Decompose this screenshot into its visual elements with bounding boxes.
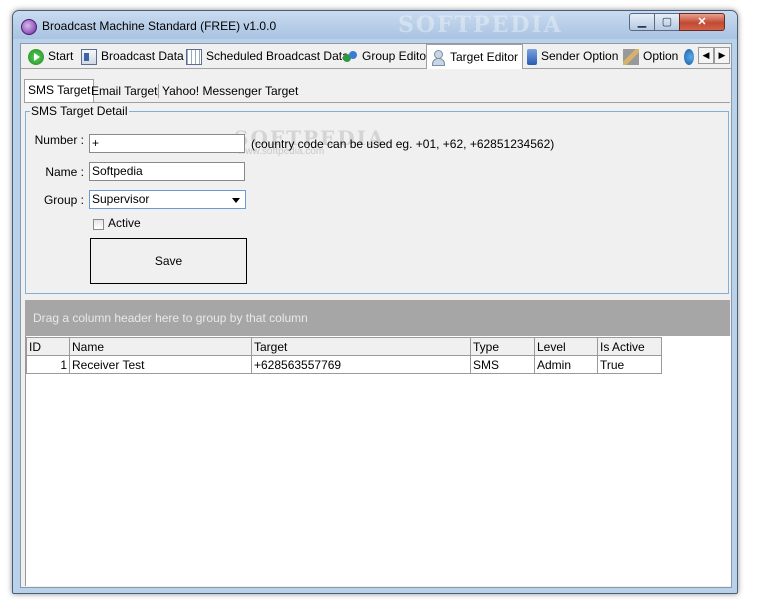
group-icon [342,49,358,65]
globe-icon [684,48,694,65]
sub-tab-strip: SMS Target Email Target Yahoo! Messenger… [24,79,730,103]
tab-label: Option [643,49,679,63]
target-editor-page: SMS Target Email Target Yahoo! Messenger… [24,69,731,586]
column-header-is-active[interactable]: Is Active [597,337,662,356]
app-logo-icon [21,19,37,35]
column-header-level[interactable]: Level [534,337,598,356]
title-bar[interactable]: Broadcast Machine Standard (FREE) v1.0.0… [13,11,737,39]
name-input[interactable]: Softpedia [89,162,245,181]
targets-grid: ID Name Target Type Level Is Active 1 Re… [25,336,731,586]
save-button[interactable]: Save [90,238,247,284]
name-label: Name : [45,165,84,179]
tab-label: Sender Option [541,49,619,63]
tab-broadcast-data[interactable]: Broadcast Data [78,46,188,67]
tab-label: Broadcast Data [101,49,184,63]
client-area: Start Broadcast Data Scheduled Broadcast… [20,43,732,588]
tools-icon [623,48,639,65]
tab-label: Target Editor [450,50,519,64]
number-label: Number : [34,133,84,147]
tab-label: Scheduled Broadcast Data [206,49,349,63]
group-by-panel[interactable]: Drag a column header here to group by th… [25,300,730,336]
column-header-target[interactable]: Target [251,337,471,356]
maximize-button[interactable]: ▢ [654,13,680,31]
tab-scroll-right-button[interactable]: ▶ [714,47,730,64]
chevron-down-icon[interactable] [232,198,240,203]
group-select-value: Supervisor [92,192,150,206]
cell-name[interactable]: Receiver Test [69,355,252,374]
group-select[interactable]: Supervisor [89,190,246,209]
calendar-icon [186,48,202,65]
app-window: Broadcast Machine Standard (FREE) v1.0.0… [12,10,738,594]
column-header-id[interactable]: ID [26,337,70,356]
active-label[interactable]: Active [108,216,141,230]
tab-start[interactable]: Start [25,46,77,67]
cell-id[interactable]: 1 [26,355,70,374]
cell-type[interactable]: SMS [470,355,535,374]
sms-target-detail-group: SMS Target Detail SOFTPEDIA www.softpedi… [25,104,729,294]
group-label: Group : [43,193,84,207]
tab-scroll-left-button[interactable]: ◀ [698,47,714,64]
tab-sms-target[interactable]: SMS Target [24,79,95,102]
cell-target[interactable]: +628563557769 [251,355,471,374]
number-hint: (country code can be used eg. +01, +62, … [251,137,555,151]
tab-group-editor[interactable]: Group Editor [339,46,434,67]
header-row: ID Name Target Type Level Is Active [26,337,662,356]
number-input[interactable]: + [89,134,245,153]
close-button[interactable]: ✕ [679,13,725,31]
tab-target-editor[interactable]: Target Editor [426,44,524,69]
main-tab-strip: Start Broadcast Data Scheduled Broadcast… [21,44,731,69]
active-checkbox[interactable] [93,219,104,230]
column-header-type[interactable]: Type [470,337,535,356]
tab-option[interactable]: Option [620,46,682,67]
broadcast-data-icon [81,48,97,65]
tab-sender-option[interactable]: Sender Option [521,46,622,67]
tab-email-target[interactable]: Email Target [88,81,160,101]
cell-level[interactable]: Admin [534,355,598,374]
play-icon [28,48,44,65]
window-title: Broadcast Machine Standard (FREE) v1.0.0 [42,19,277,33]
group-legend: SMS Target Detail [30,104,129,118]
table-row[interactable]: 1 Receiver Test +628563557769 SMS Admin … [26,355,662,374]
phone-icon [527,48,537,65]
title-watermark: SOFTPEDIA [398,12,563,38]
tab-scheduled-broadcast-data[interactable]: Scheduled Broadcast Data [183,46,353,67]
tab-yahoo-messenger-target[interactable]: Yahoo! Messenger Target [159,81,301,101]
user-icon [430,49,446,66]
tab-label: Start [48,49,74,63]
tab-label: Group Editor [362,49,431,63]
column-header-name[interactable]: Name [69,337,252,356]
cell-is-active[interactable]: True [597,355,662,374]
targets-table: ID Name Target Type Level Is Active 1 Re… [26,337,662,374]
minimize-button[interactable]: ▁ [629,13,655,31]
